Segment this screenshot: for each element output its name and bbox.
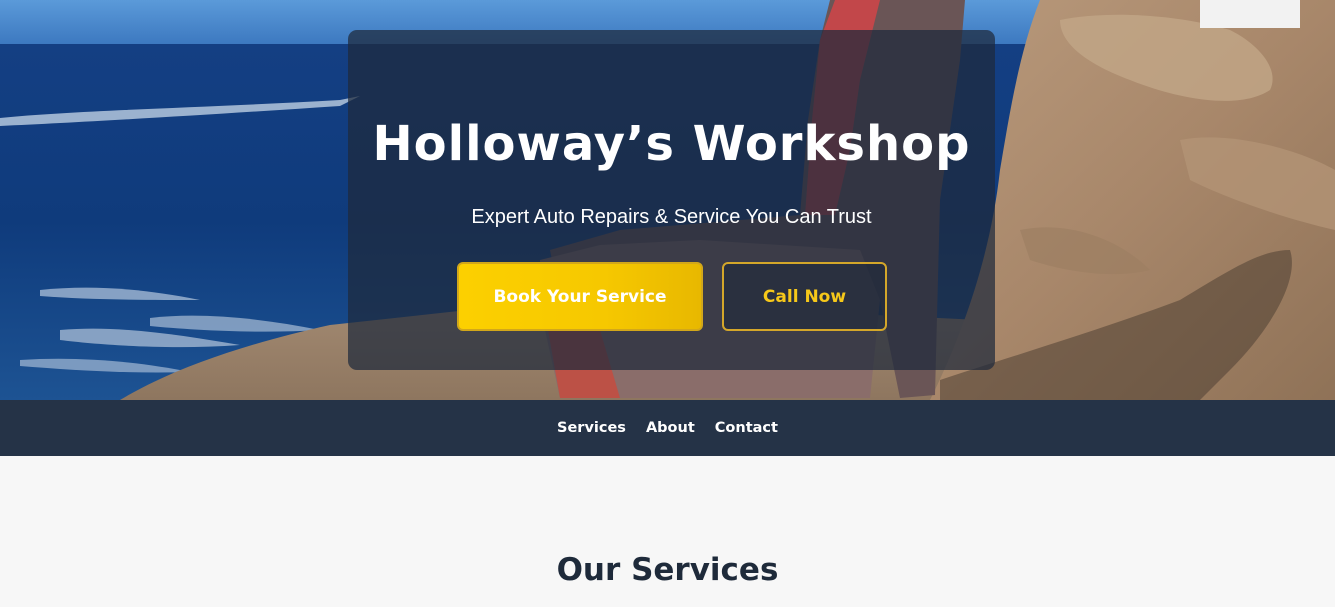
nav-link-services[interactable]: Services xyxy=(557,420,626,436)
hero-section: Holloway’s Workshop Expert Auto Repairs … xyxy=(0,0,1335,400)
main-nav: Services About Contact xyxy=(0,400,1335,456)
nav-link-contact[interactable]: Contact xyxy=(715,420,778,436)
nav-link-about[interactable]: About xyxy=(646,420,695,436)
hero-subtitle: Expert Auto Repairs & Service You Can Tr… xyxy=(471,206,872,228)
call-now-button[interactable]: Call Now xyxy=(722,262,887,331)
hero-overlay-card: Holloway’s Workshop Expert Auto Repairs … xyxy=(348,30,995,370)
book-service-button[interactable]: Book Your Service xyxy=(457,262,703,331)
services-heading: Our Services xyxy=(556,552,779,588)
hero-title: Holloway’s Workshop xyxy=(372,116,971,172)
